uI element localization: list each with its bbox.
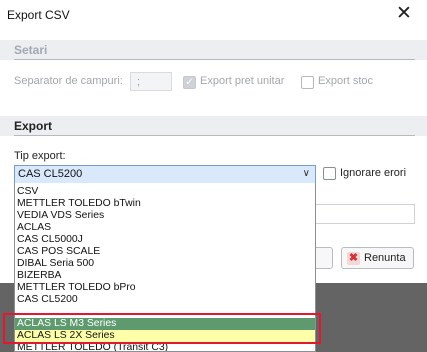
export-type-select[interactable]: CAS CL5200 ∨ xyxy=(14,165,316,184)
export-type-value: CAS CL5200 xyxy=(18,168,83,180)
dropdown-option[interactable]: BIZERBA xyxy=(15,270,315,282)
dropdown-option[interactable]: METTLER TOLEDO bPro xyxy=(15,282,315,294)
dropdown-option[interactable]: CSV xyxy=(15,186,315,198)
dropdown-option[interactable]: CAS POS SCALE xyxy=(15,246,315,258)
divider xyxy=(14,59,415,60)
dropdown-option[interactable]: DIBAL Seria 500 xyxy=(15,258,315,270)
settings-section-header: Setari xyxy=(0,40,427,60)
export-stock-label: Export stoc xyxy=(318,75,374,87)
export-type-label: Tip export: xyxy=(14,150,66,162)
separator-input[interactable]: ; xyxy=(130,72,172,91)
export-header: Export xyxy=(14,119,53,133)
background-input-field[interactable] xyxy=(316,204,415,224)
chevron-down-icon[interactable]: ∨ xyxy=(303,168,310,179)
close-icon[interactable]: ✕ xyxy=(390,1,418,27)
export-stock-checkbox[interactable] xyxy=(301,76,314,89)
dropdown-option[interactable]: CAS CL5000J xyxy=(15,234,315,246)
export-section-header: Export xyxy=(0,116,427,136)
dropdown-option[interactable]: ACLAS xyxy=(15,222,315,234)
settings-header: Setari xyxy=(14,43,48,57)
annotation-highlight-box xyxy=(3,313,321,344)
divider xyxy=(14,135,415,136)
dropdown-option[interactable]: METTLER TOLEDO bTwin xyxy=(15,198,315,210)
separator-label: Separator de campuri: xyxy=(14,75,123,87)
dropdown-option[interactable]: VEDIA VDS Series xyxy=(15,210,315,222)
export-price-checkbox[interactable]: ✓ xyxy=(183,76,196,89)
cancel-button-label: Renunta xyxy=(364,252,406,264)
cancel-button[interactable]: ✖ Renunta xyxy=(341,247,414,269)
window-title: Export CSV xyxy=(7,8,70,22)
title-bar: Export CSV ✕ xyxy=(0,0,427,30)
export-price-label: Export pret unitar xyxy=(200,75,285,87)
dropdown-option[interactable]: CAS CL5200 xyxy=(15,294,315,306)
ignore-errors-checkbox[interactable] xyxy=(323,167,336,180)
cancel-icon: ✖ xyxy=(347,252,360,265)
ignore-errors-label: Ignorare erori xyxy=(340,167,407,179)
